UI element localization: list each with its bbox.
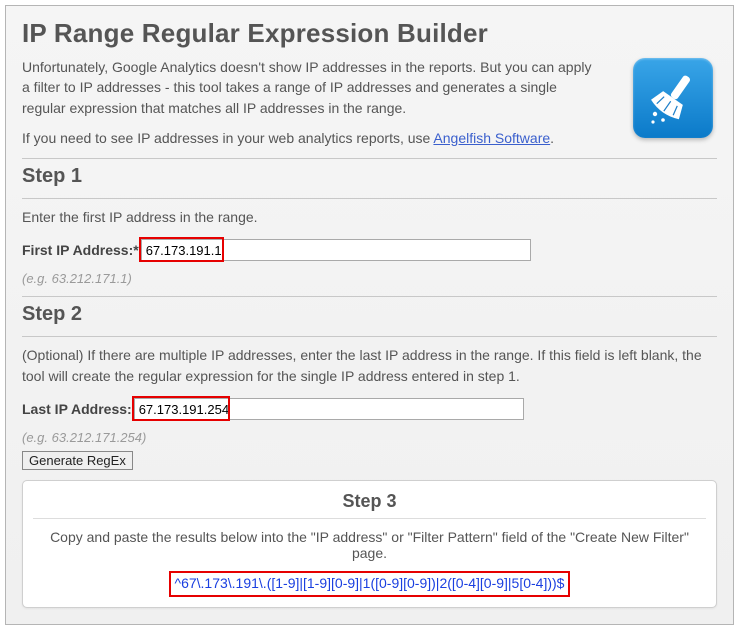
divider: [22, 198, 717, 199]
first-ip-hint: (e.g. 63.212.171.1): [22, 271, 717, 286]
generate-regex-button[interactable]: Generate RegEx: [22, 451, 133, 470]
step2-desc: (Optional) If there are multiple IP addr…: [22, 345, 717, 386]
page-title: IP Range Regular Expression Builder: [22, 18, 717, 49]
result-card: Step 3 Copy and paste the results below …: [22, 480, 717, 608]
angelfish-link[interactable]: Angelfish Software: [433, 130, 550, 146]
last-ip-label: Last IP Address:: [22, 401, 132, 417]
first-ip-input[interactable]: [141, 239, 531, 261]
step2-heading: Step 2: [22, 303, 717, 326]
regex-output[interactable]: ^67\.173\.191\.([1-9]|[1-9][0-9]|1([0-9]…: [175, 575, 565, 591]
divider: [22, 296, 717, 297]
sweep-icon: [633, 58, 713, 138]
intro-text-2: If you need to see IP addresses in your …: [22, 128, 602, 148]
last-ip-input[interactable]: [134, 398, 524, 420]
step3-desc: Copy and paste the results below into th…: [33, 529, 706, 561]
intro-text-1: Unfortunately, Google Analytics doesn't …: [22, 57, 602, 118]
tool-panel: IP Range Regular Expression Builder Unfo…: [5, 5, 734, 625]
intro-suffix: .: [550, 130, 554, 146]
divider: [22, 158, 717, 159]
last-ip-row: Last IP Address:: [22, 398, 717, 420]
step3-heading: Step 3: [33, 491, 706, 519]
first-ip-label: First IP Address:*: [22, 242, 139, 258]
divider: [22, 336, 717, 337]
intro-prefix: If you need to see IP addresses in your …: [22, 130, 433, 146]
step1-desc: Enter the first IP address in the range.: [22, 207, 717, 227]
step1-heading: Step 1: [22, 165, 717, 188]
first-ip-row: First IP Address:*: [22, 239, 717, 261]
last-ip-hint: (e.g. 63.212.171.254): [22, 430, 717, 445]
